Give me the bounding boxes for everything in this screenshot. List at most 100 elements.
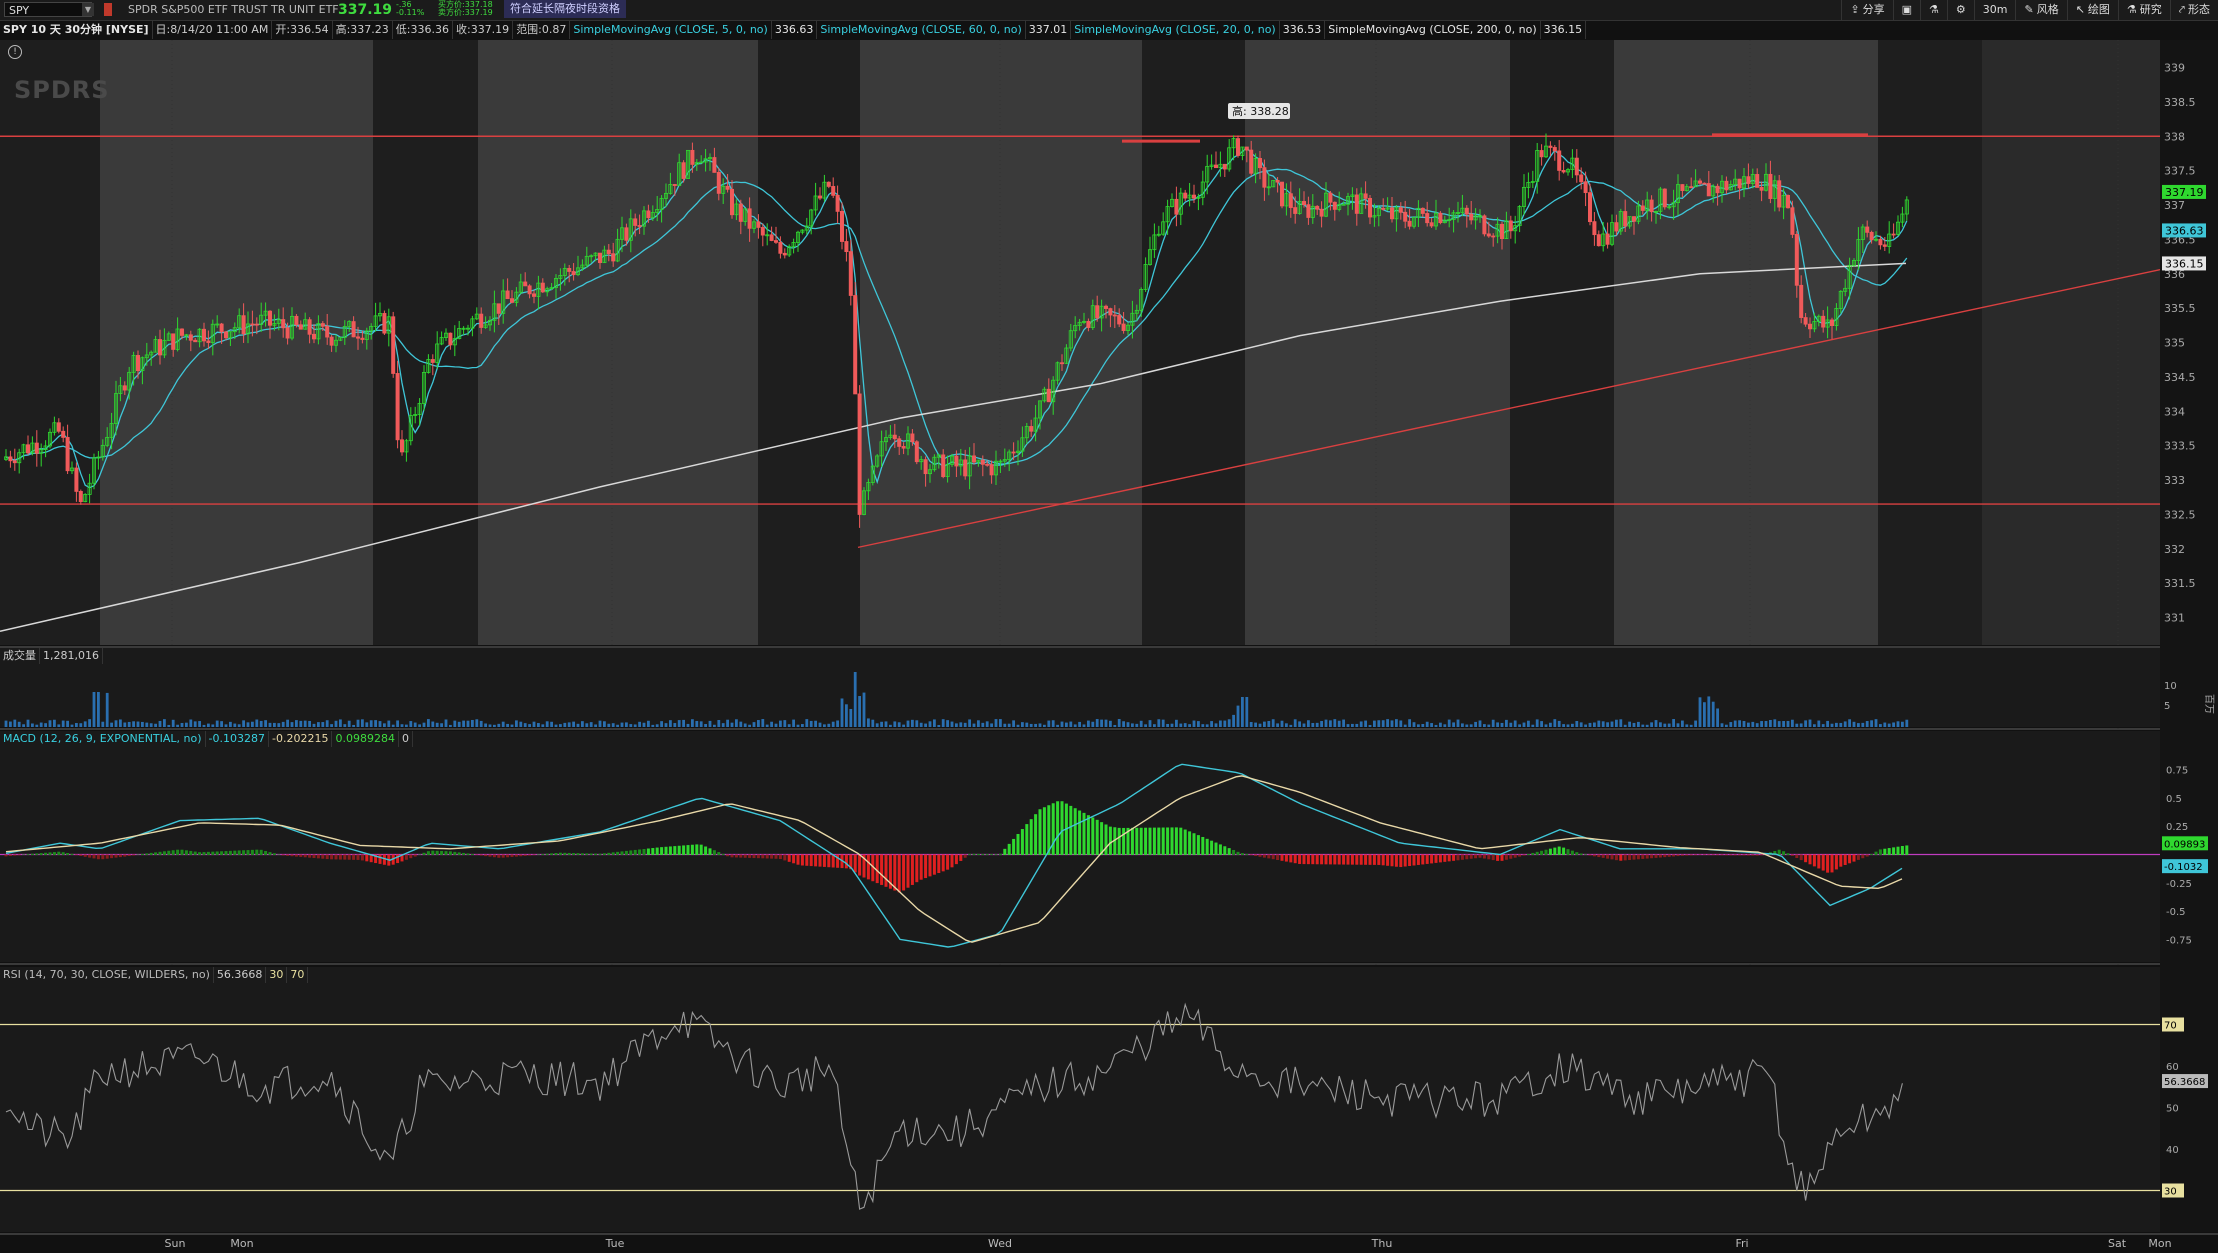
macd-histogram-bar — [1306, 854, 1310, 865]
macd-histogram-bar — [1293, 854, 1297, 864]
candle-body — [1689, 186, 1694, 189]
candle-body — [1632, 216, 1637, 222]
volume-bar — [1901, 721, 1904, 727]
candle-body — [826, 181, 831, 187]
volume-bar — [1474, 721, 1477, 727]
candle-body — [540, 282, 545, 293]
macd-histogram-bar — [470, 854, 474, 855]
macd-label[interactable]: MACD (12, 26, 9, EXPONENTIAL, no) — [0, 731, 206, 747]
volume-bar — [699, 721, 703, 727]
candle-body — [298, 324, 303, 330]
candle-body — [1557, 150, 1562, 171]
volume-bar — [1808, 719, 1812, 727]
session-band — [1614, 40, 1878, 645]
volume-bar — [708, 720, 712, 727]
volume-bar — [1082, 724, 1086, 727]
candle-body — [188, 334, 193, 341]
candle-body — [1623, 211, 1628, 227]
macd-histogram-bar — [1342, 854, 1346, 865]
macd-histogram-bar — [457, 852, 461, 855]
volume-bar — [787, 724, 791, 727]
candle-body — [910, 433, 915, 443]
volume-bar — [66, 720, 69, 727]
candle-body — [1306, 204, 1311, 218]
macd-histogram-bar — [1267, 854, 1271, 859]
chart-canvas[interactable]: 高: 338.28 339338.5338337.5337336.5336335… — [0, 0, 2218, 1253]
sma5-label[interactable]: SimpleMovingAvg (CLOSE, 5, 0, no) — [570, 21, 772, 39]
info-icon[interactable]: ! — [8, 45, 22, 59]
macd-histogram-bar — [1280, 854, 1284, 861]
macd-histogram-bar — [1135, 827, 1139, 855]
symbol-dropdown-icon[interactable]: ▼ — [82, 3, 94, 16]
macd-histogram-bar — [162, 851, 166, 855]
sma20-label[interactable]: SimpleMovingAvg (CLOSE, 20, 0, no) — [1071, 21, 1280, 39]
style-button[interactable]: ✎ 风格 — [2015, 0, 2066, 20]
macd-histogram-bar — [1117, 827, 1121, 855]
chart-title[interactable]: SPY 10 天 30分钟 [NYSE] — [0, 21, 153, 39]
volume-bar — [343, 724, 347, 727]
macd-histogram-bar — [567, 852, 571, 855]
volume-bar — [1527, 720, 1530, 727]
lab-button[interactable]: ⚗ — [1920, 0, 1947, 20]
sma60-label[interactable]: SimpleMovingAvg (CLOSE, 60, 0, no) — [817, 21, 1026, 39]
macd-histogram-bar — [488, 854, 492, 857]
volume-bar — [1439, 722, 1442, 727]
macd-histogram-bar — [1372, 854, 1376, 865]
volume-bar — [1509, 722, 1513, 727]
macd-histogram-bar — [1311, 854, 1315, 865]
volume-bar — [1667, 723, 1671, 727]
macd-badge: -0.1032 — [2164, 862, 2203, 873]
extended-hours-badge[interactable]: 符合延长隔夜时段资格 — [504, 0, 626, 18]
macd-histogram-bar — [954, 854, 958, 865]
study-button[interactable]: ⚗ 研究 — [2117, 0, 2170, 20]
macd-histogram-bar — [44, 852, 48, 855]
volume-bar — [985, 721, 989, 727]
candle-body — [778, 241, 783, 254]
share-button[interactable]: ⇪ 分享 — [1841, 0, 1892, 20]
macd-histogram-bar — [880, 854, 884, 885]
macd-histogram-bar — [206, 851, 210, 855]
volume-bar — [215, 720, 219, 727]
volume-bar — [1826, 720, 1829, 727]
save-layout-button[interactable]: ▣ — [1892, 0, 1920, 20]
macd-histogram-bar — [822, 854, 826, 867]
rsi-badge: 30 — [2164, 1187, 2177, 1198]
settings-button[interactable]: ⚙ — [1946, 0, 1974, 20]
candle-body — [254, 323, 259, 326]
macd-header: MACD (12, 26, 9, EXPONENTIAL, no) -0.1032… — [0, 731, 413, 747]
candle-body — [774, 240, 779, 243]
volume-bar — [308, 720, 311, 727]
rsi-label[interactable]: RSI (14, 70, 30, CLOSE, WILDERS, no) — [0, 967, 214, 983]
drawing-button[interactable]: ↖ 绘图 — [2066, 0, 2118, 20]
volume-bar — [937, 724, 941, 727]
volume-bar — [207, 723, 210, 727]
macd-avg-value: -0.202215 — [269, 731, 333, 747]
macd-histogram-bar — [1416, 854, 1420, 865]
macd-histogram-bar — [536, 854, 540, 855]
macd-histogram-bar — [655, 847, 659, 855]
macd-histogram-bar — [1562, 847, 1566, 855]
macd-histogram-bar — [1667, 854, 1671, 857]
candle-body — [1302, 201, 1307, 206]
symbol-flag-icon[interactable] — [104, 3, 112, 16]
volume-bar — [1425, 721, 1429, 727]
macd-histogram-bar — [132, 854, 136, 856]
macd-histogram-bar — [422, 852, 426, 855]
symbol-input[interactable]: SPY — [4, 2, 92, 17]
candle-body — [730, 188, 735, 216]
candle-body — [844, 241, 849, 253]
volume-label[interactable]: 成交量 — [0, 648, 40, 664]
macd-histogram-bar — [699, 844, 703, 855]
timeframe-button[interactable]: 30m — [1973, 0, 2016, 20]
pattern-button[interactable]: ⤤ 形态 — [2169, 0, 2218, 20]
volume-bar — [933, 719, 936, 727]
macd-histogram-bar — [968, 854, 972, 855]
volume-bar — [889, 724, 892, 727]
macd-histogram-bar — [1606, 854, 1610, 859]
macd-histogram-bar — [1060, 801, 1064, 855]
macd-histogram-bar — [1430, 854, 1434, 864]
macd-histogram-bar — [1465, 854, 1469, 860]
candle-body — [267, 310, 272, 326]
sma200-label[interactable]: SimpleMovingAvg (CLOSE, 200, 0, no) — [1325, 21, 1541, 39]
macd-histogram-bar — [1496, 854, 1500, 861]
